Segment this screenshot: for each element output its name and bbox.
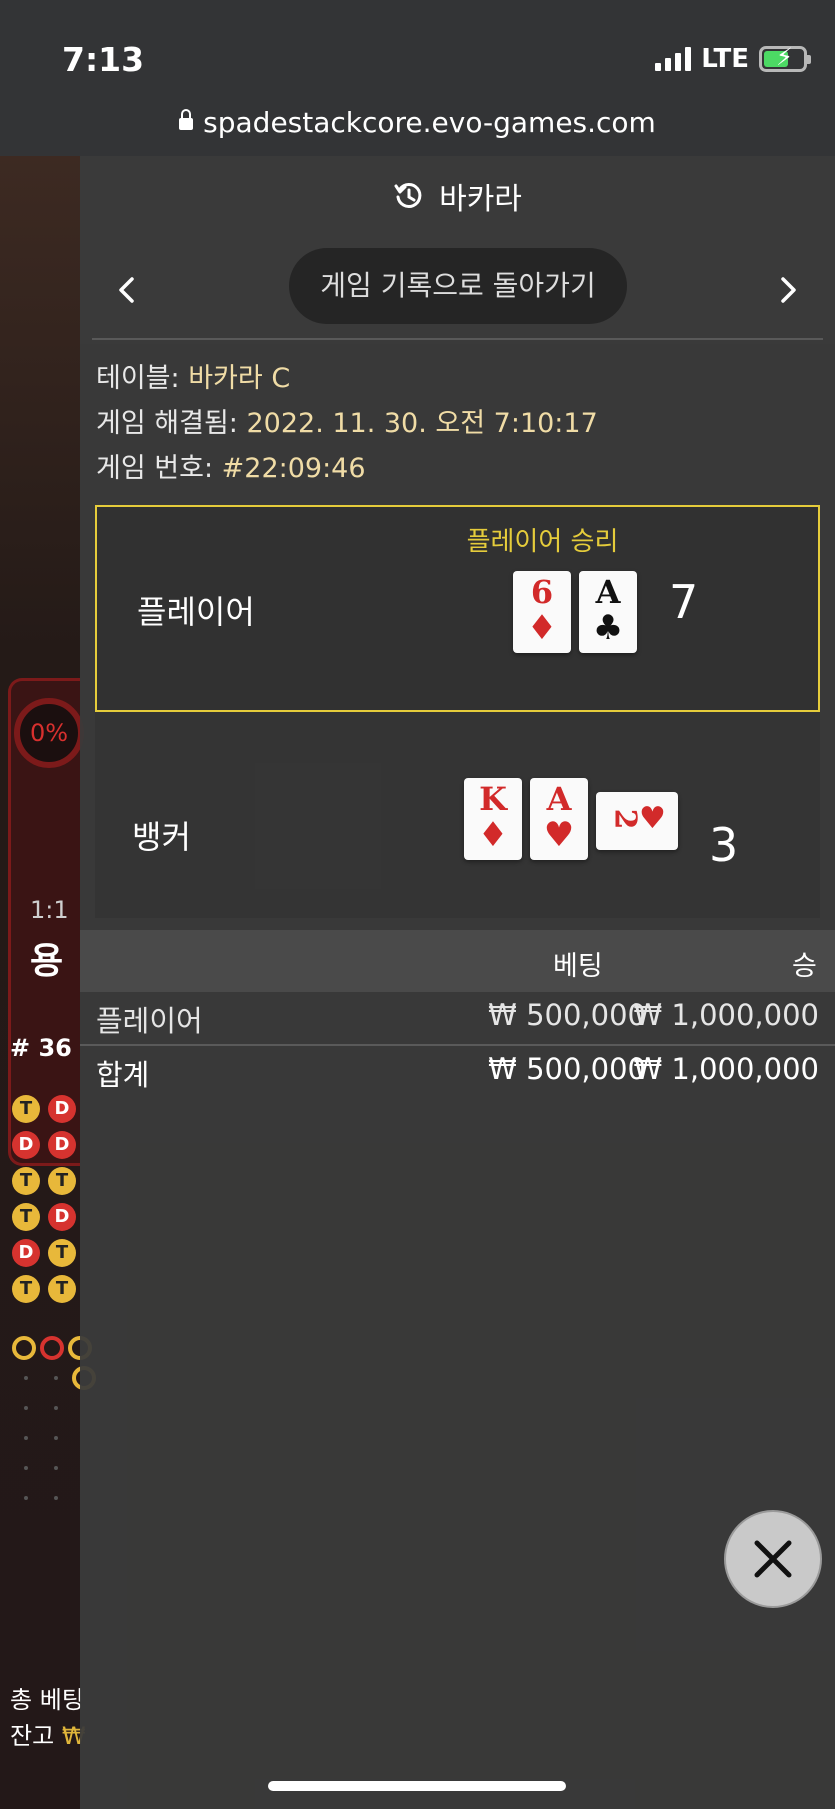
bead-road-cell: T <box>48 1239 76 1267</box>
panel-title: 바카라 <box>439 182 522 217</box>
card-suit: ♥ <box>543 815 575 855</box>
card-rank: 2 <box>607 808 643 830</box>
next-game-button[interactable] <box>765 266 813 314</box>
player-hand: 플레이어 승리 플레이어 6 ♦ A ♣ 7 <box>95 505 820 712</box>
bead-road-cell: D <box>12 1239 40 1267</box>
table-value: 바카라 C <box>188 363 291 394</box>
table-row-total: 합계 ₩ 500,000 ₩ 1,000,000 <box>80 1046 835 1094</box>
total-win-amount: ₩ 1,000,000 <box>633 1052 819 1086</box>
status-bar: 7:13 LTE ⚡ spadestackcore.evo-games.com <box>0 0 835 156</box>
bead-road-cell: T <box>48 1275 76 1303</box>
player-card: 6 ♦ <box>513 571 571 653</box>
bead-road-cell: T <box>12 1275 40 1303</box>
banker-total: 3 <box>709 818 739 872</box>
road-dot <box>54 1436 58 1440</box>
table-row: 테이블: 바카라 C <box>96 363 291 394</box>
road-dot <box>54 1406 58 1410</box>
table-row: 플레이어 ₩ 500,000 ₩ 1,000,000 <box>80 992 835 1040</box>
status-icons: LTE ⚡ <box>655 44 811 74</box>
bets-header: 베팅 승 <box>80 930 835 992</box>
banker-card: A ♥ <box>530 778 588 860</box>
banker-card: 2♥ <box>596 792 678 850</box>
round-number: # 36 <box>10 1034 72 1062</box>
road-dot <box>24 1436 28 1440</box>
bet-column-header: 베팅 <box>553 951 603 982</box>
close-icon <box>754 1540 792 1578</box>
game-number-value: #22:09:46 <box>221 453 366 484</box>
close-button[interactable] <box>724 1510 822 1608</box>
panel-header: 바카라 <box>80 156 835 236</box>
winner-label: 플레이어 승리 <box>466 527 619 557</box>
card-rank: A <box>546 780 572 818</box>
total-bet-amount: ₩ 500,000 <box>488 1052 646 1086</box>
resolved-row: 게임 해결됨: 2022. 11. 30. 오전 7:10:17 <box>96 408 598 439</box>
bead-road-cell: T <box>48 1167 76 1195</box>
back-to-history-button[interactable]: 게임 기록으로 돌아가기 <box>289 248 627 324</box>
bead-road-cell: T <box>12 1203 40 1231</box>
chevron-right-icon <box>781 277 796 303</box>
total-name: 합계 <box>96 1058 150 1092</box>
banker-card: K ♦ <box>464 778 522 860</box>
road-dot <box>54 1496 58 1500</box>
chevron-left-icon <box>119 277 134 303</box>
card-rank: K <box>479 780 507 818</box>
player-cards: 6 ♦ A ♣ <box>513 571 637 653</box>
card-suit: ♦ <box>526 608 558 648</box>
player-total: 7 <box>669 575 699 629</box>
history-icon <box>394 182 422 208</box>
home-indicator[interactable] <box>268 1781 566 1791</box>
dragon-percent: 0% <box>14 698 84 768</box>
bet-name: 플레이어 <box>96 1004 203 1038</box>
address-bar[interactable]: spadestackcore.evo-games.com <box>0 106 835 139</box>
card-rank: 6 <box>530 573 554 611</box>
lock-icon <box>179 109 194 130</box>
banker-hand: 뱅커 K ♦ A ♥ 2♥ 3 <box>95 712 820 918</box>
road-dot <box>54 1376 58 1380</box>
game-number-row: 게임 번호: #22:09:46 <box>96 453 366 484</box>
player-card: A ♣ <box>579 571 637 653</box>
clock: 7:13 <box>62 40 145 79</box>
previous-game-button[interactable] <box>102 266 150 314</box>
banker-cards: K ♦ A ♥ 2♥ <box>464 778 678 860</box>
road-dot <box>24 1466 28 1470</box>
road-dot <box>54 1466 58 1470</box>
url-text: spadestackcore.evo-games.com <box>203 106 656 139</box>
dragon-payout: 1:1 <box>30 896 69 924</box>
bet-amount: ₩ 500,000 <box>488 998 646 1032</box>
win-column-header: 승 <box>792 951 817 982</box>
bead-road-cell: D <box>48 1095 76 1123</box>
road-dot <box>24 1376 28 1380</box>
game-meta: 테이블: 바카라 C 게임 해결됨: 2022. 11. 30. 오전 7:10… <box>96 356 598 491</box>
bead-road-cell: D <box>48 1203 76 1231</box>
bead-road-cell: D <box>48 1131 76 1159</box>
win-amount: ₩ 1,000,000 <box>633 998 819 1032</box>
card-rank: A <box>595 573 621 611</box>
bead-road-cell: T <box>12 1095 40 1123</box>
road-dot <box>24 1406 28 1410</box>
road-dot <box>24 1496 28 1500</box>
divider <box>92 338 823 340</box>
battery-icon: ⚡ <box>759 45 811 72</box>
bead-road-cell: T <box>12 1167 40 1195</box>
total-bet-label: 총 베팅 <box>10 1686 84 1714</box>
game-history-panel: 바카라 게임 기록으로 돌아가기 테이블: 바카라 C 게임 해결됨: 2022… <box>80 156 835 1809</box>
card-suit: ♦ <box>477 815 509 855</box>
signal-icon <box>655 47 692 71</box>
player-label: 플레이어 <box>137 593 255 631</box>
resolved-value: 2022. 11. 30. 오전 7:10:17 <box>246 408 598 439</box>
bead-road-cell: D <box>12 1131 40 1159</box>
network-type: LTE <box>701 44 749 74</box>
dragon-label: 용 <box>30 941 64 982</box>
balance-label: 잔고 ₩ <box>10 1722 86 1750</box>
card-suit: ♣ <box>592 608 624 648</box>
banker-label: 뱅커 <box>132 818 191 856</box>
